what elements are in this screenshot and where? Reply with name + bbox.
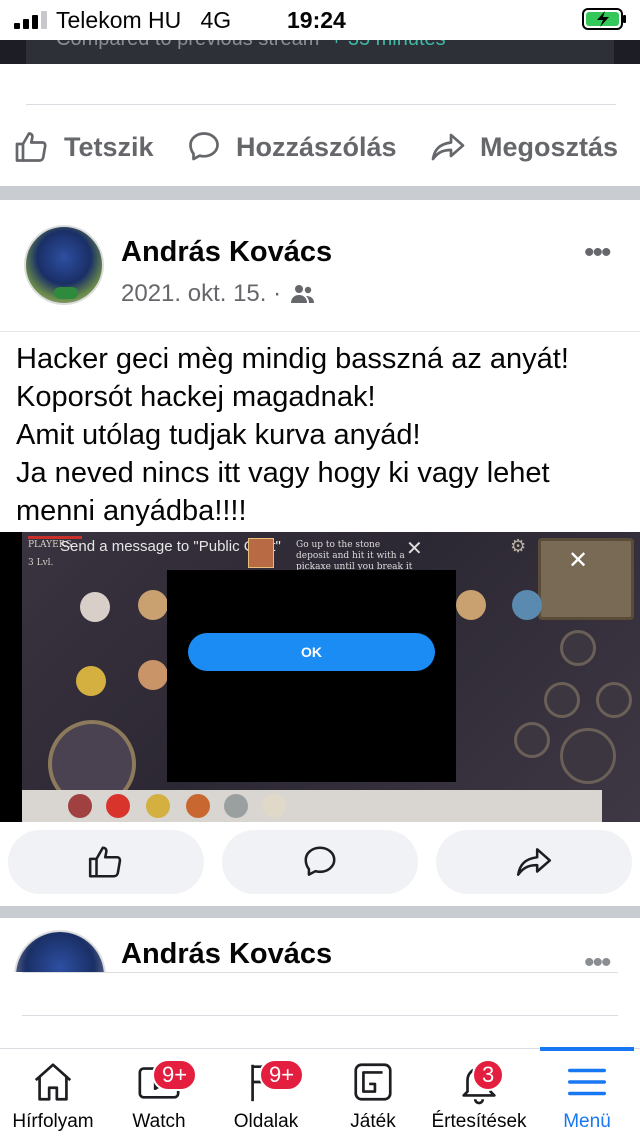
divider <box>22 1015 618 1016</box>
post-text: Hacker geci mèg mindig basszná az anyát!… <box>16 343 569 527</box>
bottom-tab-bar: Hírfolyam 9+ Watch 9+ Oldalak Játék 3 Ér… <box>0 1047 640 1136</box>
tab-watch[interactable]: 9+ Watch <box>106 1049 212 1136</box>
feed-separator <box>0 906 640 918</box>
signal-strength-icon <box>14 11 47 29</box>
thumbs-up-icon <box>15 132 47 162</box>
notification-badge: 3 <box>472 1059 505 1091</box>
friends-audience-icon <box>291 285 315 303</box>
previous-post-actions: Tetszik Hozzászólás Megosztás <box>0 117 640 177</box>
avatar[interactable] <box>24 225 104 305</box>
ok-button: OK <box>188 633 435 671</box>
notification-badge: 9+ <box>259 1059 305 1091</box>
hotbar-slot <box>262 794 286 818</box>
divider <box>22 972 618 973</box>
character-sprite <box>456 590 486 620</box>
comment-button[interactable]: Hozzászólás <box>186 117 397 177</box>
hotbar-slot <box>106 794 130 818</box>
battery-charging-icon <box>582 8 626 30</box>
menu-icon <box>568 1068 606 1096</box>
previous-post-image[interactable]: Compared to previous stream + 35 minutes <box>0 40 640 64</box>
thumbs-up-icon <box>88 846 122 878</box>
level-label: 3 Lvl. <box>28 558 54 568</box>
comment-button[interactable] <box>222 830 418 894</box>
tab-menu[interactable]: Menü <box>534 1049 640 1136</box>
castle-icon <box>560 630 596 666</box>
character-sprite <box>76 666 106 696</box>
comment-icon <box>304 846 336 876</box>
post-author[interactable]: András Kovács <box>121 236 332 269</box>
tab-ertesitesek[interactable]: 3 Értesítések <box>426 1049 532 1136</box>
tab-hirfolyam[interactable]: Hírfolyam <box>0 1049 106 1136</box>
clock: 19:24 <box>287 7 346 33</box>
character-sprite <box>138 660 168 690</box>
lock-icon <box>544 682 580 718</box>
shield-icon <box>596 682 632 718</box>
share-arrow-icon <box>516 848 552 876</box>
post-date[interactable]: 2021. okt. 15. <box>121 280 266 308</box>
like-button[interactable]: Tetszik <box>14 117 154 177</box>
share-button[interactable] <box>436 830 632 894</box>
character-sprite <box>80 592 110 622</box>
gear-icon: ⚙ <box>510 536 527 556</box>
home-icon <box>34 1063 72 1101</box>
like-button[interactable] <box>8 830 204 894</box>
post-meta: 2021. okt. 15. · <box>121 280 315 308</box>
notification-badge: 9+ <box>152 1059 198 1091</box>
hotbar-slot <box>146 794 170 818</box>
close-icon: ✕ <box>568 547 589 574</box>
carrier-label: Telekom HU 4G <box>56 7 232 33</box>
post-author[interactable]: András Kovács <box>121 938 332 971</box>
comment-icon <box>189 132 219 161</box>
status-bar: Telekom HU 4G 19:24 <box>0 0 640 40</box>
hotbar-slot <box>68 794 92 818</box>
character-sprite <box>512 590 542 620</box>
divider <box>0 331 640 332</box>
pickaxe-icon <box>560 728 616 784</box>
feed-separator <box>0 186 640 200</box>
post-image[interactable]: PLAYERS 3 Lvl. Send a message to "Public… <box>0 532 640 822</box>
divider <box>26 104 616 105</box>
share-arrow-icon <box>431 133 465 161</box>
action-icon <box>514 722 550 758</box>
tab-jatek[interactable]: Játék <box>320 1049 426 1136</box>
character-sprite <box>138 590 168 620</box>
post-options-button[interactable]: ••• <box>584 236 611 270</box>
gaming-icon <box>354 1063 392 1101</box>
close-icon: ✕ <box>406 538 423 560</box>
dialog-overlay <box>167 570 456 782</box>
character-portrait <box>248 538 274 568</box>
tab-oldalak[interactable]: 9+ Oldalak <box>213 1049 319 1136</box>
hotbar-slot <box>224 794 248 818</box>
share-button[interactable]: Megosztás <box>430 117 618 177</box>
hotbar-slot <box>186 794 210 818</box>
